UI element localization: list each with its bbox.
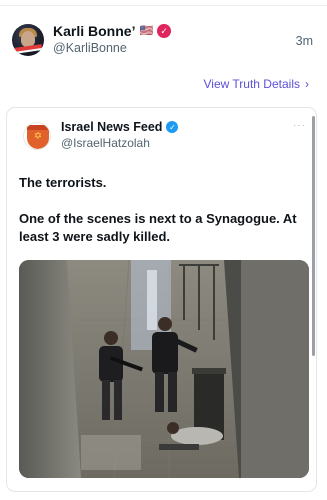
view-truth-details-label: View Truth Details [203,77,301,91]
more-options-icon[interactable]: ··· [293,120,306,131]
quoted-post-text: The terrorists. One of the scenes is nex… [19,174,309,264]
author-avatar[interactable] [12,24,44,56]
author-name-row: Karli Bonne’ 🇺🇸 ✓ [53,23,172,39]
quoted-author-display-name[interactable]: Israel News Feed [61,120,162,134]
verified-red-badge-icon: ✓ [157,24,172,38]
quoted-post-image[interactable] [19,260,309,478]
quoted-post-paragraph: One of the scenes is next to a Synagogue… [19,211,297,244]
verified-blue-badge-icon: ✓ [166,121,179,133]
quoted-post-card[interactable]: ✡ Israel News Feed ✓ @IsraelHatzolah ···… [6,107,317,492]
quoted-author-name-row: Israel News Feed ✓ [61,120,179,134]
post-timestamp[interactable]: 3m [296,34,313,48]
view-truth-details-link[interactable]: View Truth Details › [204,77,310,91]
chevron-right-icon: › [305,77,309,91]
quoted-author-handle[interactable]: @IsraelHatzolah [61,136,150,150]
author-handle[interactable]: @KarliBonne [53,41,127,55]
author-display-name[interactable]: Karli Bonne’ [53,23,135,39]
post-header: Karli Bonne’ 🇺🇸 ✓ @KarliBonne 3m [0,14,327,66]
scrollbar-thumb[interactable] [312,116,315,356]
quoted-author-avatar[interactable]: ✡ [23,122,51,150]
security-camera-photo-icon [19,260,309,478]
top-divider [0,5,327,6]
quoted-post-paragraph: The terrorists. [19,175,107,190]
us-flag-icon: 🇺🇸 [139,24,154,37]
